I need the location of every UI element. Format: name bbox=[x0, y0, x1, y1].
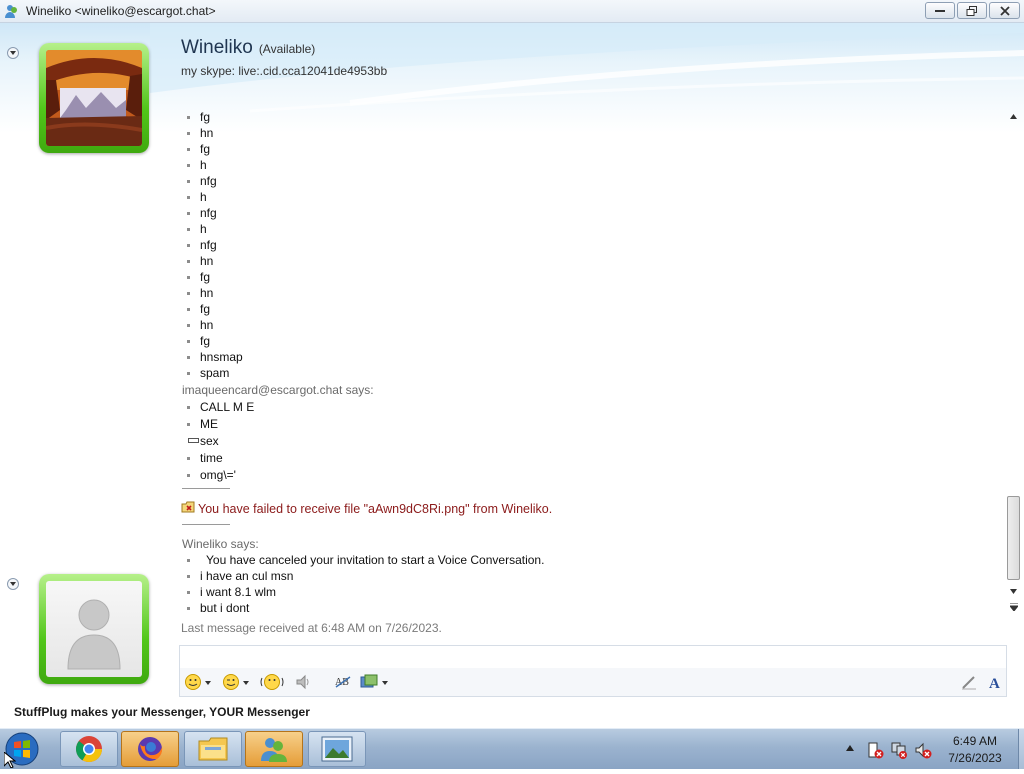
message-text: but i dont bbox=[200, 601, 250, 615]
message-text: You have canceled your invitation to sta… bbox=[206, 553, 545, 567]
message-text: fg bbox=[200, 110, 211, 124]
minimize-button[interactable] bbox=[925, 2, 955, 19]
chrome-icon bbox=[75, 736, 103, 763]
sender-says: imaqueencard@escargot.chat says: bbox=[182, 383, 374, 397]
message-text: time bbox=[200, 451, 223, 465]
message-text: hn bbox=[200, 126, 214, 140]
sender-says: Wineliko says: bbox=[182, 537, 259, 551]
message-text: nfg bbox=[200, 174, 217, 188]
firefox-icon bbox=[138, 737, 163, 761]
default-user-icon bbox=[67, 599, 121, 670]
message-text: h bbox=[200, 190, 207, 204]
mouse-cursor-icon bbox=[4, 752, 16, 768]
message-input[interactable] bbox=[179, 645, 1007, 669]
message-text: spam bbox=[200, 366, 230, 380]
message-text: fg bbox=[200, 334, 211, 348]
message-text: hnsmap bbox=[200, 350, 243, 364]
nudge-icon[interactable] bbox=[260, 673, 284, 691]
voice-clip-icon[interactable] bbox=[294, 673, 312, 691]
my-display-picture[interactable] bbox=[39, 574, 149, 684]
title-bar: Wineliko <wineliko@escargot.chat> bbox=[0, 0, 1024, 23]
contact-options-chevron-icon[interactable] bbox=[7, 47, 19, 59]
taskbar-chrome[interactable] bbox=[60, 731, 118, 767]
conversation-window: Wineliko (Available) my skype: live:.cid.… bbox=[0, 23, 1024, 719]
message-text: fg bbox=[200, 142, 211, 156]
message-text: fg bbox=[200, 270, 211, 284]
emoticon-dropdown-icon[interactable] bbox=[205, 681, 211, 685]
stuffplug-ad-text[interactable]: StuffPlug makes your Messenger, YOUR Mes… bbox=[14, 705, 310, 719]
windows-taskbar: 6:49 AM 7/26/2023 bbox=[0, 728, 1024, 769]
personal-message: my skype: live:.cid.cca12041de4953bb bbox=[181, 64, 388, 78]
my-options-chevron-icon[interactable] bbox=[7, 578, 19, 590]
show-desktop-button[interactable] bbox=[1018, 729, 1024, 769]
action-center-icon[interactable] bbox=[866, 741, 884, 759]
wink-icon[interactable] bbox=[222, 673, 240, 691]
message-text: CALL M E bbox=[200, 400, 255, 414]
message-text: nfg bbox=[200, 238, 217, 252]
show-hidden-icons-icon[interactable] bbox=[846, 745, 854, 751]
divider bbox=[182, 488, 230, 489]
svg-text:A: A bbox=[989, 676, 1000, 691]
messenger-app-icon bbox=[4, 3, 20, 19]
contact-status: (Available) bbox=[258, 42, 316, 56]
contact-name-text: Wineliko bbox=[181, 37, 253, 58]
message-text: h bbox=[200, 222, 207, 236]
file-transfer-error-icon bbox=[181, 501, 197, 517]
message-text: i want 8.1 wlm bbox=[200, 585, 277, 599]
last-message-timestamp: Last message received at 6:48 AM on 7/26… bbox=[181, 621, 442, 635]
handwriting-icon[interactable] bbox=[960, 673, 978, 691]
unknown-emoticon-icon bbox=[188, 438, 199, 443]
scroll-up-arrow-icon[interactable] bbox=[1010, 114, 1017, 119]
taskbar-photo-viewer[interactable] bbox=[308, 731, 366, 767]
expand-history-icon[interactable] bbox=[1010, 603, 1018, 611]
window-title: Wineliko <wineliko@escargot.chat> bbox=[26, 4, 216, 18]
taskbar-firefox[interactable] bbox=[121, 731, 179, 767]
spellcheck-icon[interactable]: AB bbox=[334, 673, 352, 691]
close-button[interactable] bbox=[989, 2, 1020, 19]
message-text: hn bbox=[200, 286, 214, 300]
message-text: fg bbox=[200, 302, 211, 316]
message-text: h bbox=[200, 158, 207, 172]
photo-viewer-icon bbox=[321, 736, 353, 762]
taskbar-explorer[interactable] bbox=[184, 731, 242, 767]
divider bbox=[182, 524, 230, 525]
message-text: ME bbox=[200, 417, 218, 431]
network-icon[interactable] bbox=[890, 741, 908, 759]
wink-dropdown-icon[interactable] bbox=[243, 681, 249, 685]
taskbar-messenger[interactable] bbox=[245, 731, 303, 767]
system-clock[interactable]: 6:49 AM 7/26/2023 bbox=[930, 733, 1020, 767]
font-icon[interactable]: A bbox=[986, 673, 1004, 691]
format-toolbar: AB A bbox=[179, 668, 1007, 697]
scrollbar-thumb[interactable] bbox=[1007, 496, 1020, 580]
restore-button[interactable] bbox=[957, 2, 987, 19]
background-dropdown-icon[interactable] bbox=[382, 681, 388, 685]
scroll-down-arrow-icon[interactable] bbox=[1010, 589, 1017, 594]
contact-display-picture[interactable] bbox=[39, 43, 149, 153]
history-scrollbar[interactable] bbox=[1006, 111, 1022, 609]
message-text: hn bbox=[200, 254, 214, 268]
message-text: nfg bbox=[200, 206, 217, 220]
emoticon-icon[interactable] bbox=[184, 673, 202, 691]
landscape-arch-image bbox=[46, 50, 142, 146]
message-text: omg\=' bbox=[200, 468, 236, 482]
file-transfer-failed-notice: You have failed to receive file "aAwn9dC… bbox=[198, 502, 553, 516]
conversation-history: fg hn fg h nfg h nfg h nfg hn fg hn fg h… bbox=[181, 109, 1001, 639]
message-text: sex bbox=[200, 434, 219, 448]
clock-date: 7/26/2023 bbox=[948, 751, 1002, 765]
message-text: i have an cul msn bbox=[200, 569, 294, 583]
background-icon[interactable] bbox=[360, 673, 378, 691]
message-text: hn bbox=[200, 318, 214, 332]
messenger-icon bbox=[261, 738, 287, 762]
clock-time: 6:49 AM bbox=[952, 734, 998, 748]
explorer-icon bbox=[198, 737, 228, 761]
contact-name: Wineliko (Available) bbox=[181, 37, 315, 59]
